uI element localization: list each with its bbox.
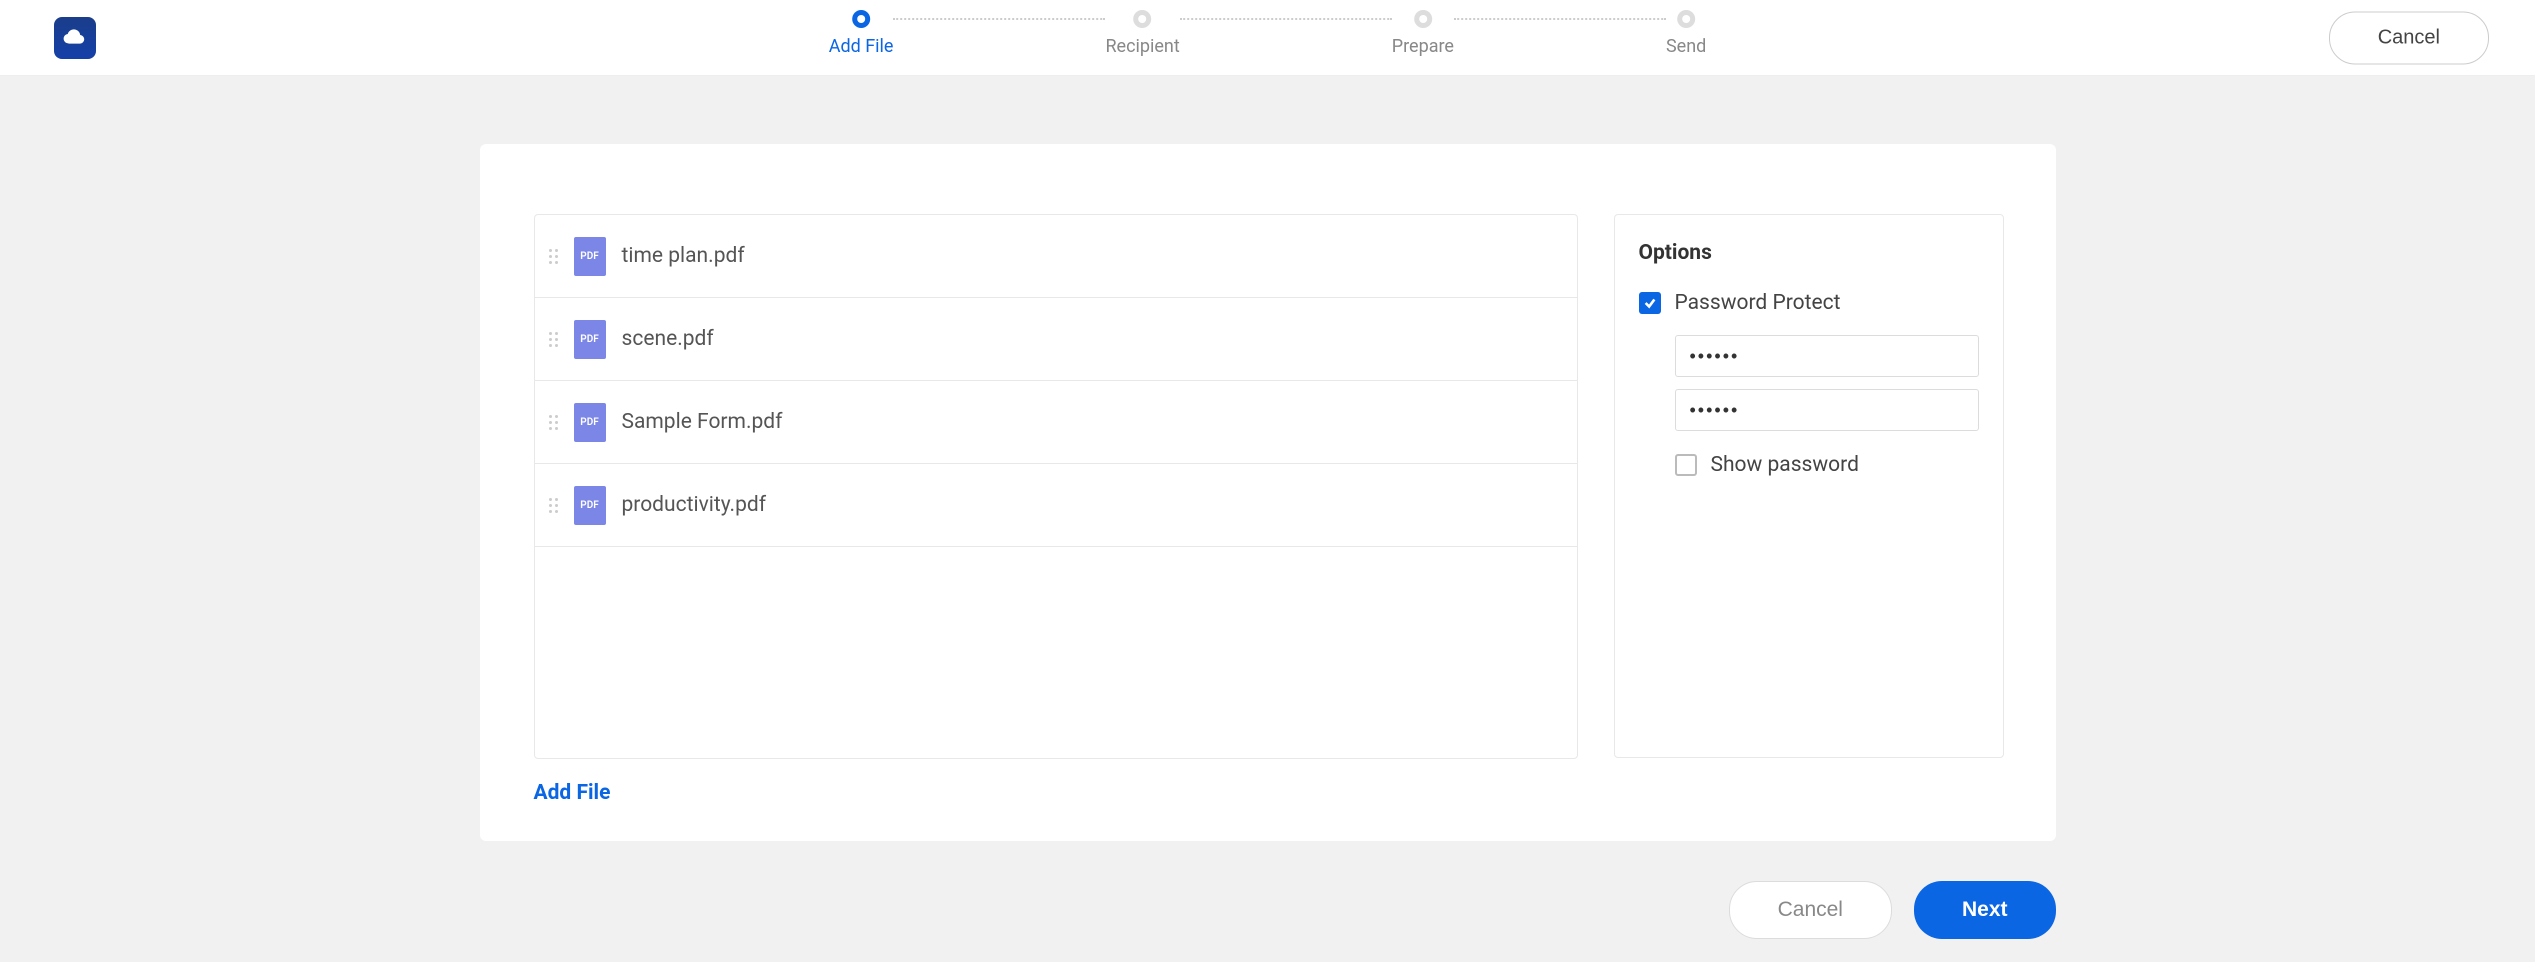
step-connector (893, 18, 1105, 20)
step-label: Prepare (1392, 36, 1454, 57)
password-field[interactable] (1675, 335, 1979, 377)
step-prepare[interactable]: Prepare (1392, 10, 1454, 57)
file-row[interactable]: PDF Sample Form.pdf (535, 381, 1577, 464)
step-recipient[interactable]: Recipient (1105, 10, 1179, 57)
file-row[interactable]: PDF scene.pdf (535, 298, 1577, 381)
file-name: time plan.pdf (622, 244, 745, 268)
footer-buttons: Cancel Next (480, 881, 2056, 939)
pdf-icon: PDF (574, 320, 606, 359)
step-dot-inactive (1134, 10, 1152, 28)
show-password-row[interactable]: Show password (1675, 453, 1979, 477)
file-row[interactable]: PDF time plan.pdf (535, 215, 1577, 298)
step-connector (1454, 18, 1666, 20)
step-add-file[interactable]: Add File (829, 10, 894, 57)
options-panel: Options Password Protect Show password (1614, 214, 2004, 758)
options-title: Options (1639, 241, 1979, 265)
password-protect-label: Password Protect (1675, 291, 1841, 315)
add-file-button[interactable]: Add File (534, 781, 611, 805)
file-name: Sample Form.pdf (622, 410, 783, 434)
show-password-label: Show password (1711, 453, 1859, 477)
file-name: scene.pdf (622, 327, 714, 351)
pdf-icon: PDF (574, 403, 606, 442)
header-cancel-button[interactable]: Cancel (2329, 11, 2489, 64)
files-column: PDF time plan.pdf PDF scene.pdf (534, 214, 1578, 805)
work-area: PDF time plan.pdf PDF scene.pdf (0, 76, 2535, 939)
password-protect-checkbox[interactable] (1639, 292, 1661, 314)
file-list: PDF time plan.pdf PDF scene.pdf (534, 214, 1578, 759)
next-button[interactable]: Next (1914, 881, 2056, 939)
cancel-button[interactable]: Cancel (1729, 881, 1892, 939)
drag-handle-icon[interactable] (549, 498, 558, 513)
pdf-icon: PDF (574, 486, 606, 525)
file-row[interactable]: PDF productivity.pdf (535, 464, 1577, 547)
password-protect-row[interactable]: Password Protect (1639, 291, 1979, 315)
cloud-icon (62, 28, 88, 48)
step-connector (1180, 18, 1392, 20)
drag-handle-icon[interactable] (549, 415, 558, 430)
step-send[interactable]: Send (1666, 10, 1706, 57)
step-dot-inactive (1414, 10, 1432, 28)
step-dot-inactive (1677, 10, 1695, 28)
app-logo (54, 17, 96, 59)
step-label: Add File (829, 36, 894, 57)
progress-stepper: Add File Recipient Prepare Send (829, 10, 1707, 57)
drag-handle-icon[interactable] (549, 249, 558, 264)
password-inputs (1675, 335, 1979, 431)
check-icon (1643, 296, 1657, 310)
step-dot-active (852, 10, 870, 28)
main-card: PDF time plan.pdf PDF scene.pdf (480, 144, 2056, 841)
show-password-checkbox[interactable] (1675, 454, 1697, 476)
file-name: productivity.pdf (622, 493, 767, 517)
step-label: Send (1666, 36, 1706, 57)
confirm-password-field[interactable] (1675, 389, 1979, 431)
drag-handle-icon[interactable] (549, 332, 558, 347)
pdf-icon: PDF (574, 237, 606, 276)
top-bar: Add File Recipient Prepare Send Cancel (0, 0, 2535, 76)
step-label: Recipient (1105, 36, 1179, 57)
